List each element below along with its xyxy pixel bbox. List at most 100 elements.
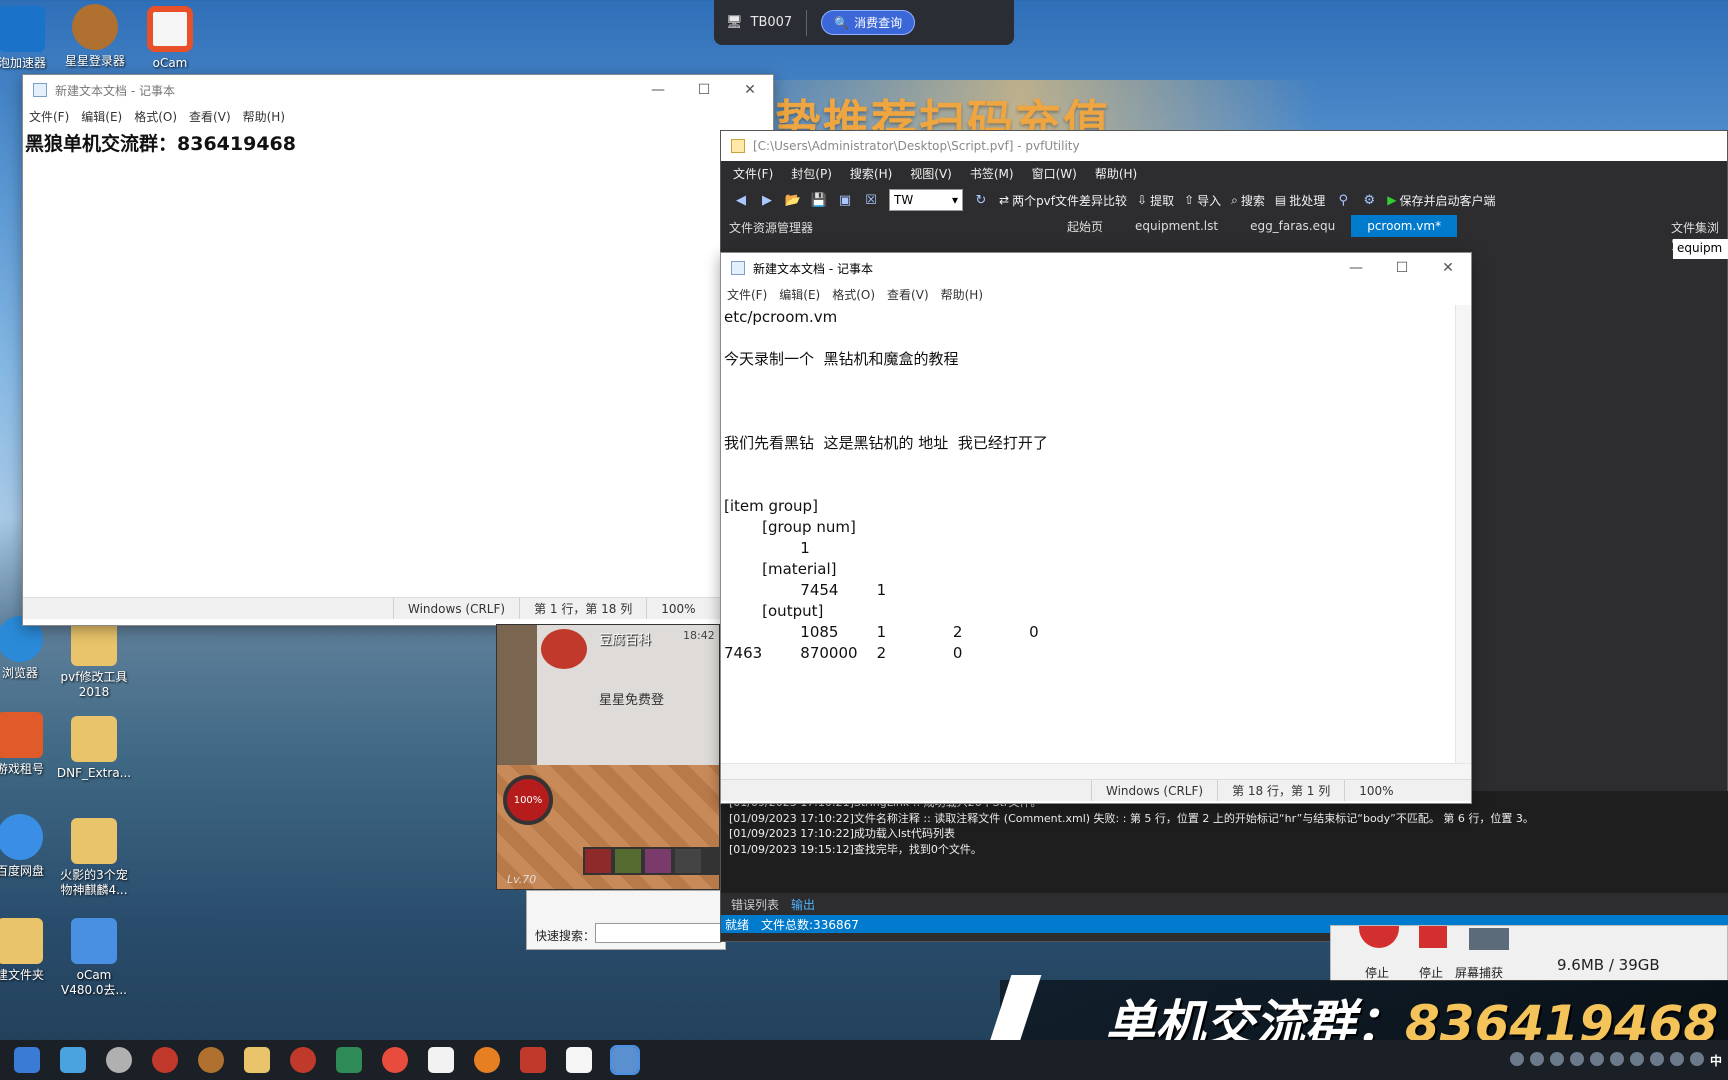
maximize-icon[interactable]: ☐ <box>681 75 727 105</box>
tab-equipment-lst[interactable]: equipment.lst <box>1119 215 1234 237</box>
search-icon: ⌕ <box>1231 192 1238 207</box>
menu-file[interactable]: 文件(F) <box>29 108 69 125</box>
tray-icon[interactable] <box>1569 1052 1584 1066</box>
taskbar-notepad-icon[interactable] <box>428 1047 454 1073</box>
import-button[interactable]: ⇧ 导入 <box>1184 192 1221 209</box>
menu-help[interactable]: 帮助(H) <box>941 286 983 303</box>
taskbar-notepad-active-icon[interactable] <box>610 1045 640 1075</box>
desktop-icon-ocam[interactable]: oCam <box>130 6 210 71</box>
pvf-menu-window[interactable]: 窗口(W) <box>1032 165 1077 182</box>
desktop-icon-dnf-login[interactable]: 星星登录器 <box>55 4 135 69</box>
search-button[interactable]: ⌕ 搜索 <box>1231 192 1265 209</box>
ime-indicator[interactable]: 中 <box>1710 1052 1722 1069</box>
save-all-icon[interactable]: ▣ <box>837 192 853 208</box>
pvf-menu-file[interactable]: 文件(F) <box>733 165 773 182</box>
notepad-1-editor[interactable]: 黑狼单机交流群：836419468 <box>23 127 773 597</box>
tray-icon[interactable] <box>1689 1052 1704 1066</box>
tray-icon[interactable] <box>1649 1052 1664 1066</box>
back-icon[interactable]: ◀ <box>733 192 749 208</box>
file-set-browser-input[interactable]: equipm <box>1673 239 1728 259</box>
desktop-icon-pvf-tool[interactable]: pvf修改工具 2018 <box>54 620 134 700</box>
tray-icon[interactable] <box>1589 1052 1604 1066</box>
tray-icon[interactable] <box>1629 1052 1644 1066</box>
stop-record-icon[interactable] <box>1359 926 1399 948</box>
notepad-2-editor[interactable]: etc/pcroom.vm 今天录制一个 黑钻机和魔盒的教程 我们先看黑钻 这是… <box>721 305 1471 763</box>
maximize-icon[interactable]: ☐ <box>1379 253 1425 283</box>
batch-button[interactable]: ▤ 批处理 <box>1275 192 1325 209</box>
close-file-icon[interactable]: ☒ <box>863 192 879 208</box>
vertical-scrollbar[interactable] <box>1455 305 1471 763</box>
desktop-icon-baidu-pan[interactable]: 百度网盘 <box>0 814 60 879</box>
tray-icon[interactable] <box>1509 1052 1524 1066</box>
pvf-menu-pack[interactable]: 封包(P) <box>791 165 832 182</box>
quick-search-input[interactable] <box>595 923 721 943</box>
extract-button[interactable]: ⇩ 提取 <box>1137 192 1174 209</box>
tray-icon[interactable] <box>1549 1052 1564 1066</box>
pvf-menu-bookmark[interactable]: 书签(M) <box>970 165 1014 182</box>
taskbar-explorer-icon[interactable] <box>244 1047 270 1073</box>
pause-icon[interactable] <box>1419 926 1447 948</box>
filter-icon[interactable]: ⚲ <box>1335 192 1351 208</box>
minimize-icon[interactable]: — <box>635 75 681 105</box>
desktop-icon-new-folder[interactable]: 建文件夹 <box>0 918 60 983</box>
taskbar-ocam-icon[interactable] <box>566 1047 592 1073</box>
taskbar-app-icon[interactable] <box>198 1047 224 1073</box>
desktop-icon-label: 泡加速器 <box>0 56 46 70</box>
desktop-icon-speedup[interactable]: 泡加速器 <box>0 6 62 71</box>
refresh-icon[interactable]: ↻ <box>973 192 989 208</box>
forward-icon[interactable]: ▶ <box>759 192 775 208</box>
menu-file[interactable]: 文件(F) <box>727 286 767 303</box>
consumption-query-button[interactable]: 🔍 消费查询 <box>821 10 916 35</box>
close-icon[interactable]: ✕ <box>1425 253 1471 283</box>
menu-edit[interactable]: 编辑(E) <box>81 108 122 125</box>
desktop-icon-naruto-folder[interactable]: 火影的3个宠 物神麒麟4... <box>54 818 134 898</box>
compare-button[interactable]: ⇄ 两个pvf文件差异比较 <box>999 192 1127 209</box>
language-select[interactable]: TW ▾ <box>889 189 963 211</box>
save-launch-button[interactable]: ▶ 保存并启动客户端 <box>1387 192 1495 209</box>
taskbar-app-icon[interactable] <box>520 1047 546 1073</box>
tab-error-list[interactable]: 错误列表 <box>731 896 779 913</box>
taskbar-app-icon[interactable] <box>474 1047 500 1073</box>
save-icon[interactable]: 💾 <box>811 192 827 208</box>
tab-output[interactable]: 输出 <box>791 896 815 913</box>
tray-icon[interactable] <box>1609 1052 1624 1066</box>
tab-egg-faras[interactable]: egg_faras.equ <box>1234 215 1351 237</box>
settings-icon[interactable]: ⚙ <box>1361 192 1377 208</box>
taskbar-app-icon[interactable] <box>382 1047 408 1073</box>
notepad-2-text: etc/pcroom.vm 今天录制一个 黑钻机和魔盒的教程 我们先看黑钻 这是… <box>724 308 1048 662</box>
taskbar-app-icon[interactable] <box>152 1047 178 1073</box>
taskbar-app-icon[interactable] <box>106 1047 132 1073</box>
open-icon[interactable]: 📂 <box>785 192 801 208</box>
menu-view[interactable]: 查看(V) <box>887 286 929 303</box>
desktop-icon-game-rent[interactable]: 游戏租号 <box>0 712 60 777</box>
tray-icon[interactable] <box>1529 1052 1544 1066</box>
pvf-menu-view[interactable]: 视图(V) <box>910 165 952 182</box>
skill-slot-icon[interactable] <box>645 849 671 873</box>
tab-start-page[interactable]: 起始页 <box>1051 215 1119 237</box>
menu-format[interactable]: 格式(O) <box>134 108 177 125</box>
desktop-icon-ocam-setup[interactable]: oCam V480.0去... <box>54 918 134 998</box>
pvf-menu-help[interactable]: 帮助(H) <box>1095 165 1137 182</box>
game-window[interactable]: 豆腐百科 18:42 星星免费登 100% Lv.70 <box>496 624 720 890</box>
desktop-icon-dnf-extra[interactable]: DNF_Extra... <box>54 716 134 781</box>
menu-view[interactable]: 查看(V) <box>189 108 231 125</box>
skill-slot-icon[interactable] <box>585 849 611 873</box>
pvf-menu-search[interactable]: 搜索(H) <box>850 165 892 182</box>
taskbar-cloud-icon[interactable] <box>60 1047 86 1073</box>
skill-slot-icon[interactable] <box>615 849 641 873</box>
tray-icon[interactable] <box>1669 1052 1684 1066</box>
menu-format[interactable]: 格式(O) <box>832 286 875 303</box>
menu-help[interactable]: 帮助(H) <box>243 108 285 125</box>
close-icon[interactable]: ✕ <box>727 75 773 105</box>
skill-slot-icon[interactable] <box>675 849 701 873</box>
skill-bar[interactable] <box>583 847 719 875</box>
quick-search-panel: 快速搜索： <box>526 890 726 950</box>
taskbar-app-icon[interactable] <box>336 1047 362 1073</box>
menu-edit[interactable]: 编辑(E) <box>779 286 820 303</box>
screen-capture-icon[interactable] <box>1469 928 1509 950</box>
notepad-2-title: 新建文本文档 - 记事本 <box>753 261 873 276</box>
horizontal-scrollbar[interactable] <box>721 763 1471 779</box>
minimize-icon[interactable]: — <box>1333 253 1379 283</box>
taskbar-app-icon[interactable] <box>290 1047 316 1073</box>
taskbar-app-icon[interactable] <box>14 1047 40 1073</box>
